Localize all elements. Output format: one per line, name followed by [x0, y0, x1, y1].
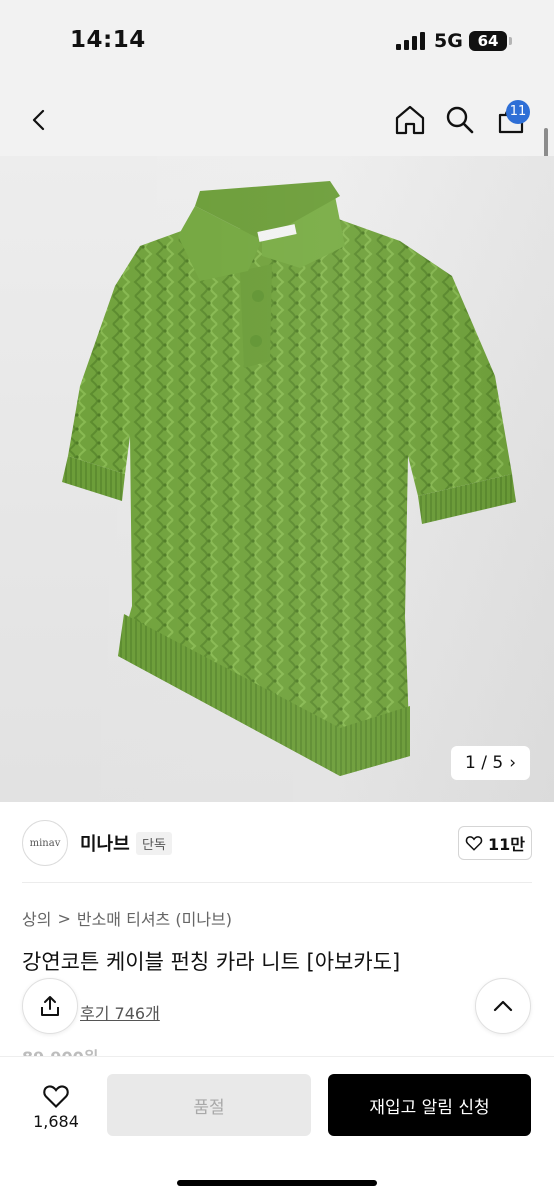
image-counter[interactable]: 1 / 5 › [451, 746, 530, 780]
chevron-right-icon: › [509, 753, 516, 773]
nav-bar [0, 84, 554, 156]
status-time: 14:14 [70, 27, 146, 53]
cart-badge: 11 [506, 100, 530, 124]
heart-icon [465, 836, 483, 851]
bottom-action-bar: 1,684 품절 재입고 알림 신청 [0, 1056, 554, 1200]
divider [22, 882, 532, 883]
share-button[interactable] [22, 978, 78, 1034]
review-link[interactable]: 후기 746개 [80, 1000, 160, 1024]
breadcrumb-separator: > [57, 908, 71, 928]
breadcrumb-item-category[interactable]: 상의 [22, 906, 51, 930]
scroll-to-top-button[interactable] [475, 978, 531, 1034]
chevron-up-icon [493, 1000, 513, 1012]
wishlist-count: 1,684 [33, 1111, 79, 1131]
brand-logo[interactable]: minav [22, 820, 68, 866]
search-icon [446, 106, 474, 134]
breadcrumb-item-subcategory[interactable]: 반소매 티셔츠 (미나브) [77, 906, 232, 930]
home-icon [395, 105, 425, 135]
product-image[interactable] [0, 156, 554, 802]
back-button[interactable] [20, 100, 60, 140]
signal-icon [396, 32, 426, 50]
brand-name[interactable]: 미나브 [80, 830, 130, 856]
chevron-left-icon [32, 109, 45, 131]
search-button[interactable] [440, 100, 480, 140]
image-counter-label: 1 / 5 [465, 753, 504, 773]
brand-exclusive-tag: 단독 [136, 832, 172, 855]
home-indicator [177, 1180, 377, 1186]
soldout-button[interactable]: 품절 [107, 1074, 311, 1136]
battery-tip [509, 37, 512, 45]
network-label: 5G [434, 30, 463, 52]
breadcrumb: 상의 > 반소매 티셔츠 (미나브) [22, 906, 232, 930]
brand-row[interactable]: minav 미나브 단독 11만 [22, 820, 532, 866]
battery-icon: 64 [469, 31, 507, 51]
wishlist-button[interactable]: 1,684 [24, 1073, 88, 1139]
home-button[interactable] [390, 100, 430, 140]
share-icon [41, 996, 59, 1016]
heart-icon [43, 1084, 69, 1108]
brand-like-button[interactable]: 11만 [458, 826, 532, 860]
restock-alert-button[interactable]: 재입고 알림 신청 [328, 1074, 531, 1136]
product-title: 강연코튼 케이블 펀칭 카라 니트 [아보카도] [22, 950, 401, 974]
status-bar: 14:14 5G 64 [0, 0, 554, 84]
brand-like-count: 11만 [488, 835, 525, 854]
